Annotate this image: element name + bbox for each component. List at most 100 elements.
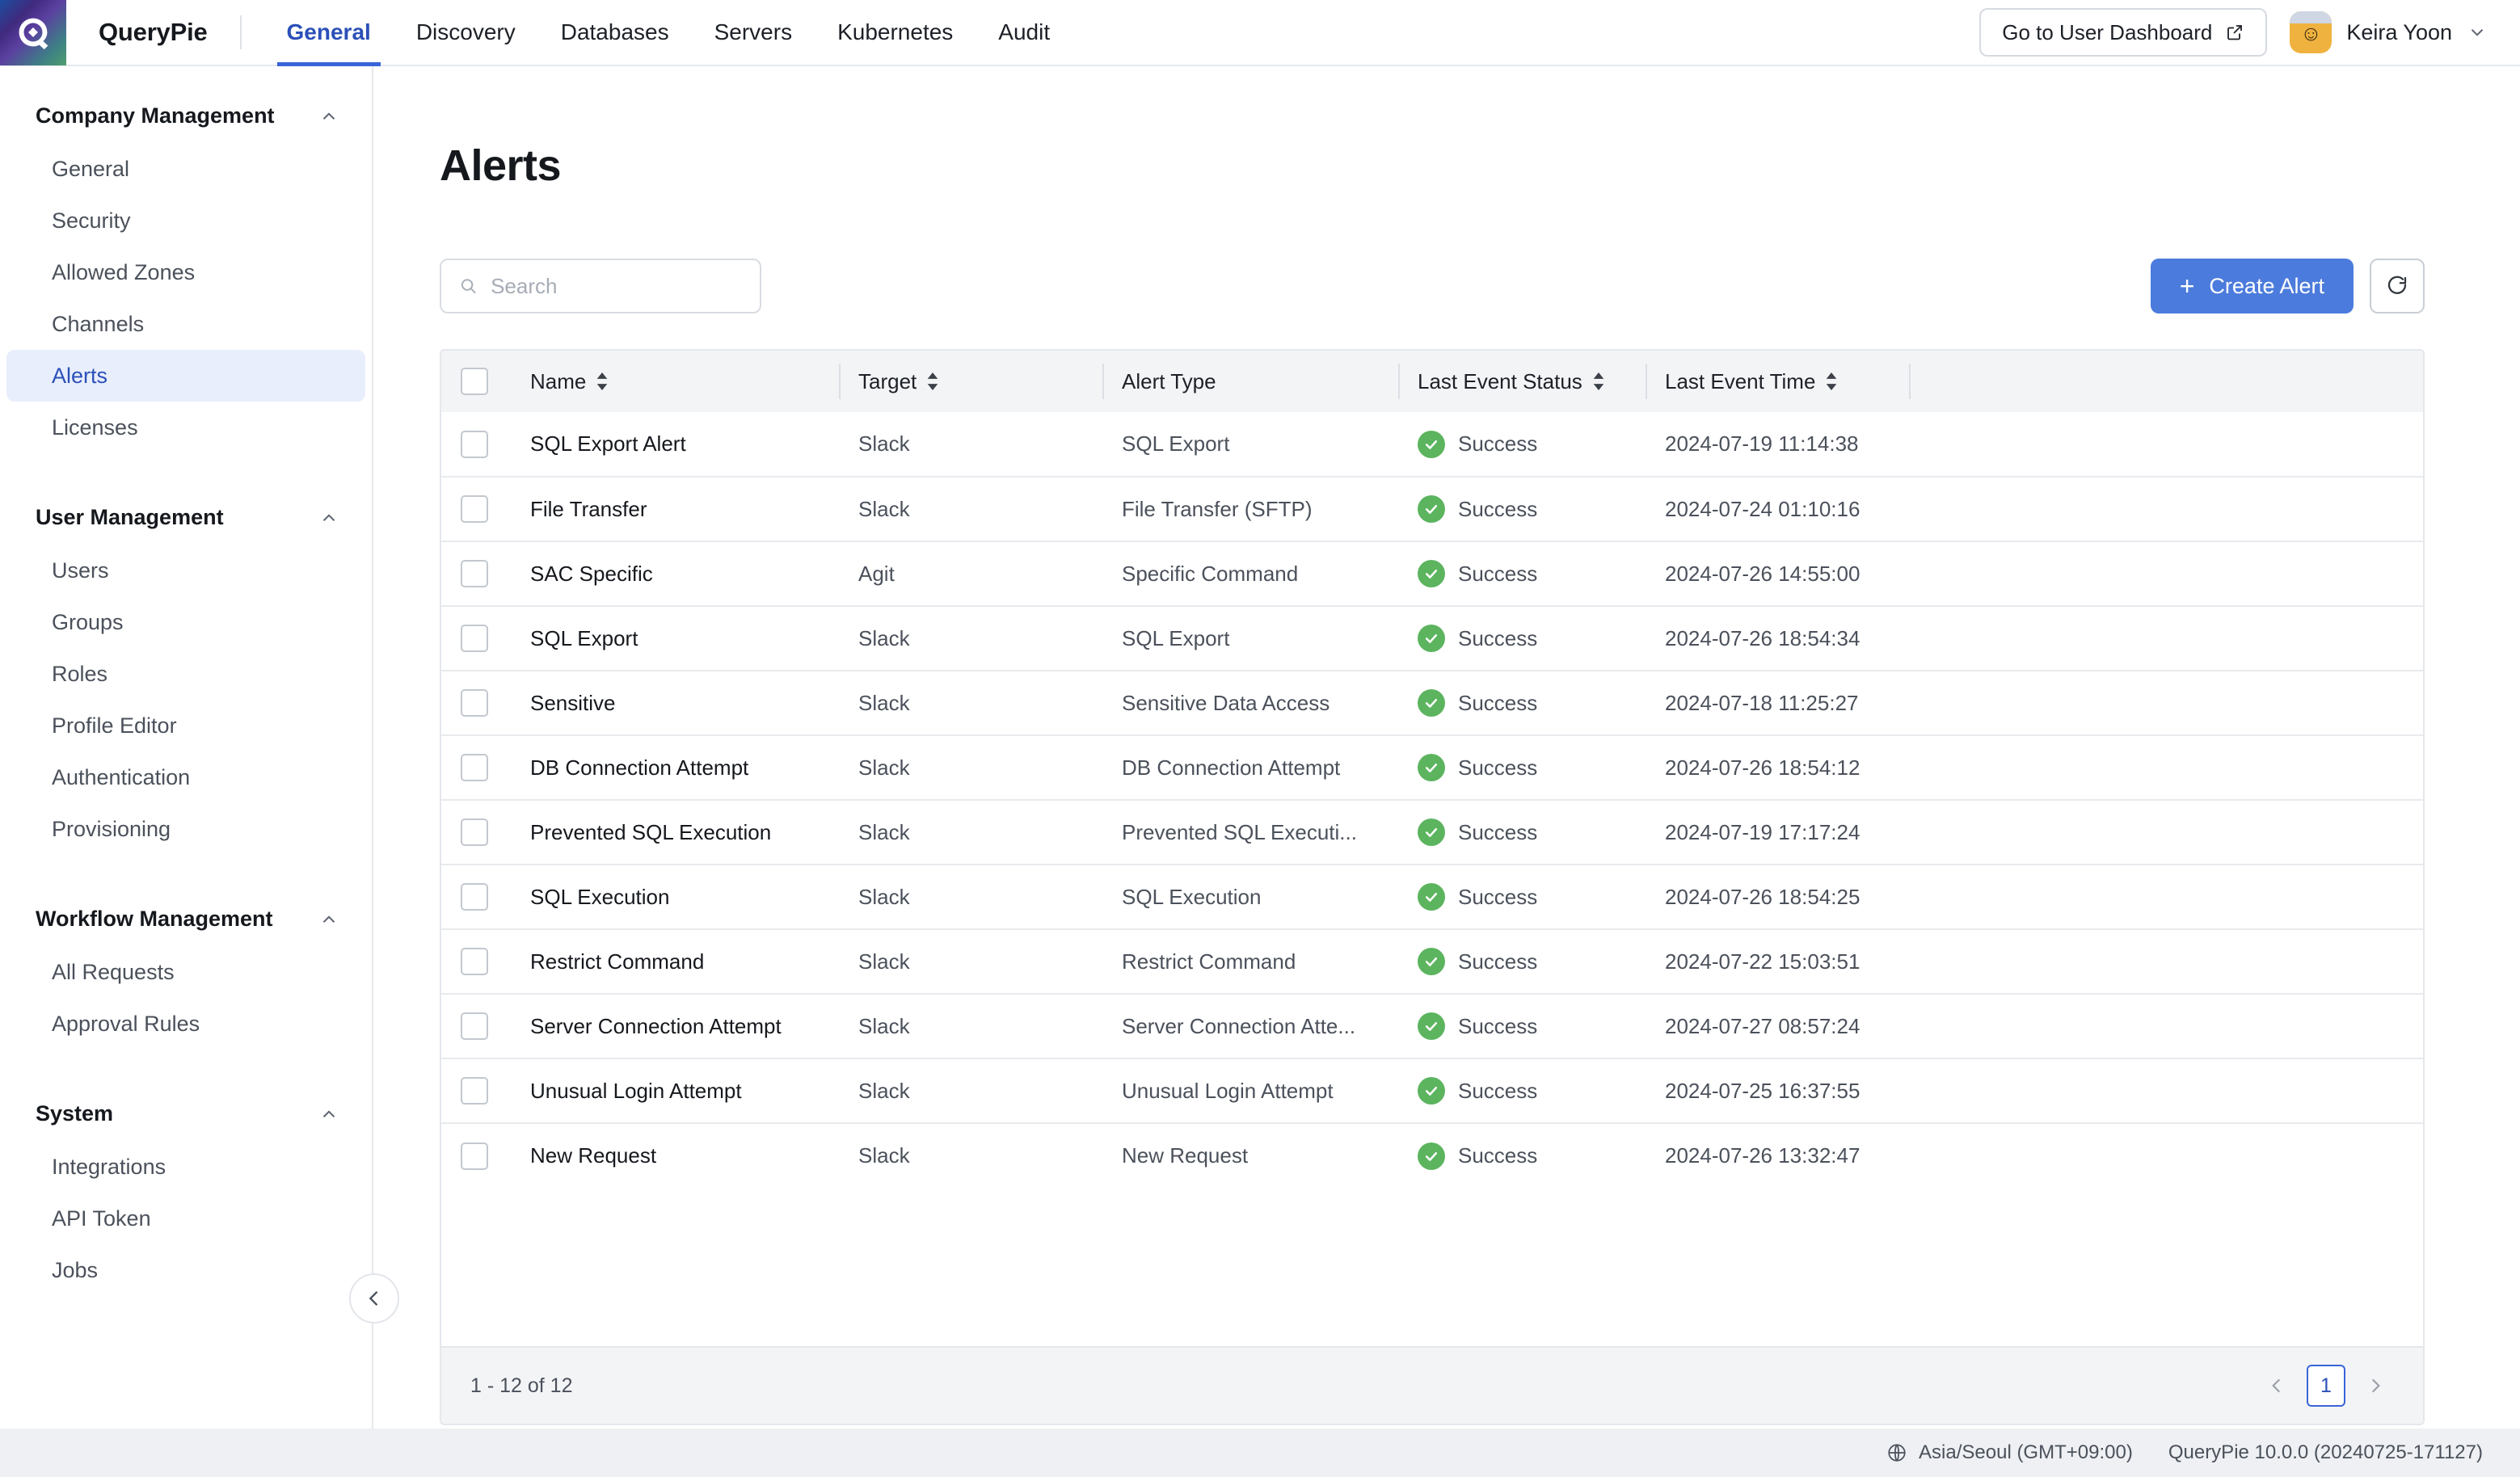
table-row[interactable]: Prevented SQL Execution Slack Prevented SQ… [441,800,2423,865]
row-checkbox[interactable] [461,689,488,717]
table-row[interactable]: SQL Export Slack SQL Export Success 2024-07-… [441,606,2423,671]
column-header-last-event-status[interactable]: Last Event Status [1398,351,1646,412]
table-row[interactable]: New Request Slack New Request Success 2024-0… [441,1123,2423,1188]
app-logo[interactable] [0,0,66,65]
go-to-user-dashboard-button[interactable]: Go to User Dashboard [1979,8,2268,57]
create-alert-button[interactable]: + Create Alert [2150,259,2354,313]
row-checkbox[interactable] [461,1142,488,1170]
pagination: 1 [2258,1365,2394,1407]
column-header-name[interactable]: Name [511,351,839,412]
row-checkbox[interactable] [461,495,488,523]
user-menu[interactable]: ☺ Keira Yoon [2290,11,2488,53]
sidebar-group-header-workflow-management[interactable]: Workflow Management [0,892,372,946]
sidebar-group-header-user-management[interactable]: User Management [0,490,372,545]
check-circle-icon [1418,625,1445,652]
cell-last-event-time: 2024-07-26 13:32:47 [1665,1143,1861,1168]
row-checkbox[interactable] [461,754,488,781]
table-row[interactable]: File Transfer Slack File Transfer (SFTP) Su… [441,477,2423,541]
row-select-cell [441,735,511,800]
cell-alert-type-text: DB Connection Attempt [1122,755,1341,780]
cell-alert-type-text: Unusual Login Attempt [1122,1078,1334,1103]
sidebar-item-general[interactable]: General [6,143,365,195]
row-checkbox[interactable] [461,625,488,652]
sidebar-item-all-requests[interactable]: All Requests [6,946,365,998]
status-label: Success [1458,819,1538,844]
sidebar-item-users[interactable]: Users [6,545,365,596]
chevron-down-icon [2471,29,2484,36]
sidebar-item-security[interactable]: Security [6,195,365,246]
sidebar-group-header-company-management[interactable]: Company Management [0,89,372,143]
table-row[interactable]: SAC Specific Agit Specific Command Success 2… [441,541,2423,606]
cell-last-event-time: 2024-07-26 18:54:34 [1665,625,1861,650]
table-row[interactable]: Restrict Command Slack Restrict Command Suc… [441,929,2423,994]
sidebar-item-jobs[interactable]: Jobs [6,1244,365,1296]
sidebar-group-header-system[interactable]: System [0,1087,372,1141]
cell-alert-type: File Transfer (SFTP) [1102,477,1398,541]
sidebar-item-roles[interactable]: Roles [6,648,365,700]
row-select-cell [441,1058,511,1123]
nav-tab-general[interactable]: General [264,0,394,67]
cell-actions [1909,800,2423,865]
search-box[interactable] [440,259,761,313]
table-row[interactable]: Server Connection Attempt Slack Server Con… [441,994,2423,1058]
row-checkbox[interactable] [461,818,488,846]
status-label: Success [1458,496,1538,521]
header-actions: Go to User Dashboard ☺ Keira Yoon [1979,8,2520,57]
table-row[interactable]: Sensitive Slack Sensitive Data Access Succe… [441,671,2423,735]
cell-status: Success [1398,412,1646,477]
chevron-left-icon [369,1291,378,1306]
sidebar-item-profile-editor[interactable]: Profile Editor [6,700,365,751]
sidebar-collapse-button[interactable] [349,1273,399,1323]
row-select-cell [441,412,511,477]
status-label: Success [1458,1143,1538,1168]
row-checkbox[interactable] [461,560,488,587]
row-checkbox[interactable] [461,1077,488,1105]
pagination-page-1[interactable]: 1 [2307,1365,2345,1407]
app-root: QueryPie General Discovery Databases Ser… [0,0,2520,1477]
nav-tab-audit[interactable]: Audit [976,0,1072,65]
nav-tab-servers[interactable]: Servers [692,0,815,65]
select-all-checkbox[interactable] [461,368,488,395]
nav-tab-databases[interactable]: Databases [538,0,692,65]
table-row[interactable]: SQL Execution Slack SQL Execution Success 20… [441,865,2423,929]
cell-target: Agit [858,561,895,586]
row-checkbox[interactable] [461,883,488,911]
sidebar-item-licenses[interactable]: Licenses [6,402,365,453]
sidebar-item-integrations[interactable]: Integrations [6,1141,365,1193]
sidebar-item-api-token[interactable]: API Token [6,1193,365,1244]
search-input[interactable] [491,273,742,299]
version-indicator: QueryPie 10.0.0 (20240725-171127) [2168,1441,2483,1464]
column-header-last-event-time[interactable]: Last Event Time [1646,351,1909,412]
row-select-cell [441,1123,511,1188]
sidebar-item-groups[interactable]: Groups [6,596,365,648]
column-header-target[interactable]: Target [839,351,1102,412]
row-checkbox[interactable] [461,948,488,975]
row-checkbox[interactable] [461,430,488,458]
table-row[interactable]: SQL Export Alert Slack SQL Export Success 20… [441,412,2423,477]
check-circle-icon [1418,1012,1445,1040]
cell-status: Success [1398,1058,1646,1123]
sidebar-item-channels[interactable]: Channels [6,298,365,350]
sidebar-item-provisioning[interactable]: Provisioning [6,803,365,855]
sidebar-item-alerts[interactable]: Alerts [6,350,365,402]
pagination-next-button[interactable] [2357,1367,2394,1404]
cell-target: Slack [858,819,910,844]
nav-tab-kubernetes[interactable]: Kubernetes [815,0,976,65]
table-row[interactable]: DB Connection Attempt Slack DB Connection … [441,735,2423,800]
pagination-prev-button[interactable] [2258,1367,2295,1404]
table-row[interactable]: Unusual Login Attempt Slack Unusual Login … [441,1058,2423,1123]
sidebar-item-allowed-zones[interactable]: Allowed Zones [6,246,365,298]
column-header-alert-type[interactable]: Alert Type [1102,351,1398,412]
cell-target: Slack [858,884,910,909]
sidebar-item-authentication[interactable]: Authentication [6,751,365,803]
sidebar-item-approval-rules[interactable]: Approval Rules [6,998,365,1050]
cell-actions [1909,1058,2423,1123]
refresh-button[interactable] [2370,259,2425,313]
check-circle-icon [1418,883,1445,911]
avatar: ☺ [2290,11,2332,53]
cell-alert-type: SQL Export [1102,606,1398,671]
sidebar-group-title: Workflow Management [36,907,273,931]
nav-tab-discovery[interactable]: Discovery [394,0,538,65]
cell-actions [1909,541,2423,606]
row-checkbox[interactable] [461,1012,488,1040]
